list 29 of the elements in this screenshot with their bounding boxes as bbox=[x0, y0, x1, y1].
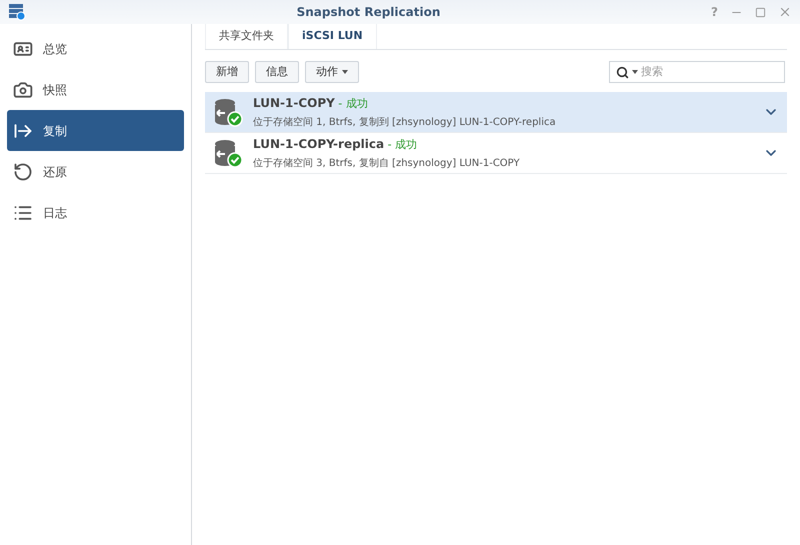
tab[interactable]: iSCSI LUN bbox=[288, 24, 377, 49]
sidebar-item[interactable]: 还原 bbox=[7, 151, 184, 192]
tab[interactable]: 共享文件夹 bbox=[205, 24, 288, 49]
sidebar-item[interactable]: 快照 bbox=[7, 69, 184, 110]
close-icon[interactable] bbox=[778, 5, 792, 19]
caret-icon bbox=[632, 70, 638, 74]
list-row[interactable]: LUN-1-COPY - 成功 位于存储空间 1, Btrfs, 复制到 [zhsynology] LUN-1-COPY-replica bbox=[205, 92, 787, 133]
app-icon bbox=[8, 3, 26, 21]
search-field[interactable]: 搜索 bbox=[609, 61, 785, 83]
caret-icon bbox=[342, 70, 348, 74]
sidebar-item[interactable]: 复制 bbox=[7, 110, 184, 151]
lun-name: LUN-1-COPY-replica - 成功 bbox=[253, 136, 418, 153]
toolbar-button[interactable]: 新增 bbox=[205, 61, 249, 83]
list-row[interactable]: LUN-1-COPY-replica - 成功 位于存储空间 3, Btrfs, 复制自 [zhsynology] LUN-1-COPY bbox=[205, 133, 787, 174]
restore-icon bbox=[13, 162, 33, 182]
database-check-icon bbox=[213, 138, 243, 168]
camera-icon bbox=[13, 80, 33, 100]
toolbar-button[interactable]: 信息 bbox=[255, 61, 299, 83]
maximize-icon[interactable] bbox=[755, 6, 766, 18]
window-title: Snapshot Replication bbox=[296, 4, 442, 21]
lun-detail: 位于存储空间 3, Btrfs, 复制自 [zhsynology] LUN-1-COPY bbox=[253, 156, 521, 172]
lun-name: LUN-1-COPY - 成功 bbox=[253, 94, 369, 112]
database-check-icon bbox=[213, 97, 243, 127]
toolbar-button[interactable]: 动作 bbox=[305, 61, 359, 83]
sidebar-item[interactable]: 日志 bbox=[7, 192, 184, 233]
sidebar-item[interactable]: 总览 bbox=[7, 28, 184, 69]
lun-detail: 位于存储空间 1, Btrfs, 复制到 [zhsynology] LUN-1-COPY-replica bbox=[253, 116, 557, 130]
search-icon bbox=[616, 66, 629, 78]
search-input[interactable]: 搜索 bbox=[641, 64, 778, 80]
